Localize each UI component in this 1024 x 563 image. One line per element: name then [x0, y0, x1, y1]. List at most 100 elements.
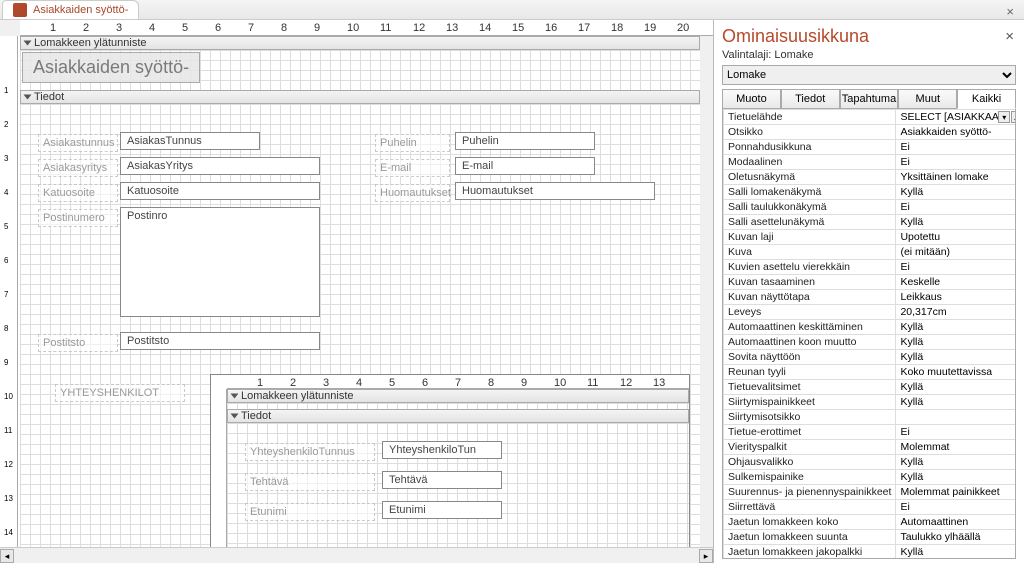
textbox-katuosoite[interactable]: Katuosoite — [120, 182, 320, 200]
form-design-surface[interactable]: 1234567891011121314151617181920 12345678… — [0, 20, 714, 563]
property-value[interactable]: Kyllä — [896, 335, 1016, 350]
property-row[interactable]: Jaetun lomakkeen kokoAutomaattinen — [724, 515, 1017, 530]
property-value[interactable]: Molemmat painikkeet — [896, 485, 1016, 500]
property-row[interactable]: Kuva(ei mitään) — [724, 245, 1017, 260]
dropdown-icon[interactable]: ▾ — [998, 111, 1010, 123]
property-value[interactable]: Ei — [896, 200, 1016, 215]
property-row[interactable]: Kuvan lajiUpotettu — [724, 230, 1017, 245]
property-value[interactable]: (ei mitään) — [896, 245, 1016, 260]
property-row[interactable]: Jaetun lomakkeen jakopalkkiKyllä — [724, 545, 1017, 560]
property-value[interactable] — [896, 410, 1016, 425]
property-value[interactable]: Kyllä — [896, 395, 1016, 410]
textbox-asiakasyritys[interactable]: AsiakasYritys — [120, 157, 320, 175]
property-row[interactable]: Salli asettelunäkymäKyllä — [724, 215, 1017, 230]
property-value[interactable]: Automaattinen — [896, 515, 1016, 530]
property-value[interactable]: Keskelle — [896, 275, 1016, 290]
property-row[interactable]: SulkemispainikeKyllä — [724, 470, 1017, 485]
property-row[interactable]: VierityspalkitMolemmat — [724, 440, 1017, 455]
property-row[interactable]: Salli lomakenäkymäKyllä — [724, 185, 1017, 200]
textbox-puhelin[interactable]: Puhelin — [455, 132, 595, 150]
property-row[interactable]: PonnahdusikkunaEi — [724, 140, 1017, 155]
property-row[interactable]: Automaattinen keskittäminenKyllä — [724, 320, 1017, 335]
sub-textbox-tehtava[interactable]: Tehtävä — [382, 471, 502, 489]
property-row[interactable]: Tietue-erottimetEi — [724, 425, 1017, 440]
form-title-label[interactable]: Asiakkaiden syöttö- — [22, 52, 200, 83]
label-email[interactable]: E-mail — [375, 159, 450, 177]
property-value[interactable]: Kyllä — [896, 380, 1016, 395]
property-row[interactable]: TietuevalitsimetKyllä — [724, 380, 1017, 395]
property-row[interactable]: SiirrettäväEi — [724, 500, 1017, 515]
property-row[interactable]: Automaattinen koon muuttoKyllä — [724, 335, 1017, 350]
sub-label-yhtunnus[interactable]: YhteyshenkiloTunnus — [245, 443, 375, 461]
property-object-selector[interactable]: Lomake — [722, 65, 1016, 85]
subform-yhteyshenkilot[interactable]: 12345678910111213 Lomakkeen ylätunniste … — [210, 374, 690, 547]
property-value[interactable]: Kyllä — [896, 185, 1016, 200]
property-row[interactable]: OhjausvalikkoKyllä — [724, 455, 1017, 470]
property-row[interactable]: Kuvan tasaaminenKeskelle — [724, 275, 1017, 290]
property-close-icon[interactable]: × — [1005, 28, 1014, 45]
property-value[interactable]: Kyllä — [896, 320, 1016, 335]
property-value[interactable]: Kyllä — [896, 470, 1016, 485]
label-puhelin[interactable]: Puhelin — [375, 134, 450, 152]
property-value[interactable]: Upotettu — [896, 230, 1016, 245]
sub-textbox-yhtunnus[interactable]: YhteyshenkiloTun — [382, 441, 502, 459]
property-value[interactable]: Ei — [896, 425, 1016, 440]
property-tab-muoto[interactable]: Muoto — [722, 89, 781, 109]
scroll-right-icon[interactable]: ▸ — [699, 549, 713, 563]
property-value[interactable]: Yksittäinen lomake — [896, 170, 1016, 185]
property-value[interactable]: 20,317cm — [896, 305, 1016, 320]
section-form-header[interactable]: Lomakkeen ylätunniste — [20, 36, 700, 50]
property-value[interactable]: Kyllä — [896, 215, 1016, 230]
property-row[interactable]: Reunan tyyliKoko muutettavissa — [724, 365, 1017, 380]
textbox-postitsto[interactable]: Postitsto — [120, 332, 320, 350]
property-value[interactable]: Ei — [896, 155, 1016, 170]
property-row[interactable]: Sovita näyttöönKyllä — [724, 350, 1017, 365]
property-value[interactable]: Ei — [896, 140, 1016, 155]
label-asiakasyritys[interactable]: Asiakasyritys — [38, 159, 118, 177]
property-tab-tiedot[interactable]: Tiedot — [781, 89, 840, 109]
section-detail[interactable]: Tiedot — [20, 90, 700, 104]
property-row[interactable]: TietuelähdeSELECT [ASIAKKAAT].[A▾… — [724, 110, 1017, 125]
label-asiakastunnus[interactable]: Asiakastunnus — [38, 134, 118, 152]
label-postinumero[interactable]: Postinumero — [38, 209, 118, 227]
property-row[interactable]: Siirtymisotsikko — [724, 410, 1017, 425]
subform-section-detail[interactable]: Tiedot — [227, 409, 689, 423]
property-tab-kaikki[interactable]: Kaikki — [957, 89, 1016, 109]
property-row[interactable]: Kuvien asettelu vierekkäinEi — [724, 260, 1017, 275]
property-row[interactable]: Suurennus- ja pienennyspainikkeetMolemma… — [724, 485, 1017, 500]
property-tab-muut[interactable]: Muut — [898, 89, 957, 109]
property-value[interactable]: Kyllä — [896, 545, 1016, 560]
property-value[interactable]: Molemmat — [896, 440, 1016, 455]
textbox-postinro[interactable]: Postinro — [120, 207, 320, 317]
property-row[interactable]: Leveys20,317cm — [724, 305, 1017, 320]
horizontal-scrollbar[interactable]: ◂ ▸ — [0, 547, 713, 563]
property-value[interactable]: Kyllä — [896, 350, 1016, 365]
sub-label-etunimi[interactable]: Etunimi — [245, 503, 375, 521]
property-row[interactable]: Salli taulukkonäkymäEi — [724, 200, 1017, 215]
property-row[interactable]: OletusnäkymäYksittäinen lomake — [724, 170, 1017, 185]
property-value[interactable]: SELECT [ASIAKKAAT].[A▾… — [896, 110, 1016, 125]
property-row[interactable]: OtsikkoAsiakkaiden syöttö- — [724, 125, 1017, 140]
label-huomautukset[interactable]: Huomautukset — [375, 184, 450, 202]
builder-icon[interactable]: … — [1011, 111, 1016, 123]
property-value[interactable]: Koko muutettavissa — [896, 365, 1016, 380]
property-value[interactable]: Asiakkaiden syöttö- — [896, 125, 1016, 140]
label-postitsto[interactable]: Postitsto — [38, 334, 118, 352]
label-yhteyshenkilot[interactable]: YHTEYSHENKILOT — [55, 384, 185, 402]
property-row[interactable]: ModaalinenEi — [724, 155, 1017, 170]
property-grid-scroll[interactable]: TietuelähdeSELECT [ASIAKKAAT].[A▾…Otsikk… — [722, 108, 1016, 559]
sub-textbox-etunimi[interactable]: Etunimi — [382, 501, 502, 519]
property-value[interactable]: Ei — [896, 500, 1016, 515]
property-row[interactable]: Kuvan näyttötapaLeikkaus — [724, 290, 1017, 305]
property-row[interactable]: SiirtymispainikkeetKyllä — [724, 395, 1017, 410]
property-value[interactable]: Kyllä — [896, 455, 1016, 470]
textbox-email[interactable]: E-mail — [455, 157, 595, 175]
label-katuosoite[interactable]: Katuosoite — [38, 184, 118, 202]
property-value[interactable]: Ei — [896, 260, 1016, 275]
sub-label-tehtava[interactable]: Tehtävä — [245, 473, 375, 491]
subform-section-header[interactable]: Lomakkeen ylätunniste — [227, 389, 689, 403]
scroll-left-icon[interactable]: ◂ — [0, 549, 14, 563]
close-icon[interactable]: × — [1002, 4, 1018, 19]
property-value[interactable]: Leikkaus — [896, 290, 1016, 305]
property-tab-tapahtuma[interactable]: Tapahtuma — [840, 89, 899, 109]
